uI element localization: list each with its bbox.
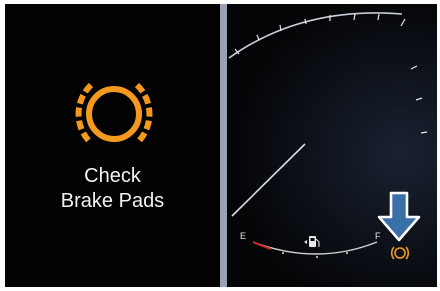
fuel-pump-icon xyxy=(304,236,320,247)
gauge-arc xyxy=(228,12,403,59)
speedometer-gauge xyxy=(228,12,428,260)
warning-message: Check Brake Pads xyxy=(5,164,220,214)
fuel-full-label: F xyxy=(375,231,381,241)
down-arrow-icon xyxy=(377,191,421,242)
speed-needle xyxy=(231,143,306,217)
panel-divider xyxy=(220,4,227,287)
low-fuel-zone xyxy=(252,241,272,250)
warning-message-line1: Check xyxy=(84,165,141,187)
gauge-ticks xyxy=(234,13,428,134)
instrument-cluster-panel: E F xyxy=(227,4,437,287)
brake-pad-indicator-icon xyxy=(390,246,410,260)
warning-message-line2: Brake Pads xyxy=(60,190,165,212)
brake-pad-warning-icon xyxy=(75,82,153,146)
brake-warning-panel: Check Brake Pads xyxy=(5,4,220,287)
fuel-empty-label: E xyxy=(240,231,247,241)
